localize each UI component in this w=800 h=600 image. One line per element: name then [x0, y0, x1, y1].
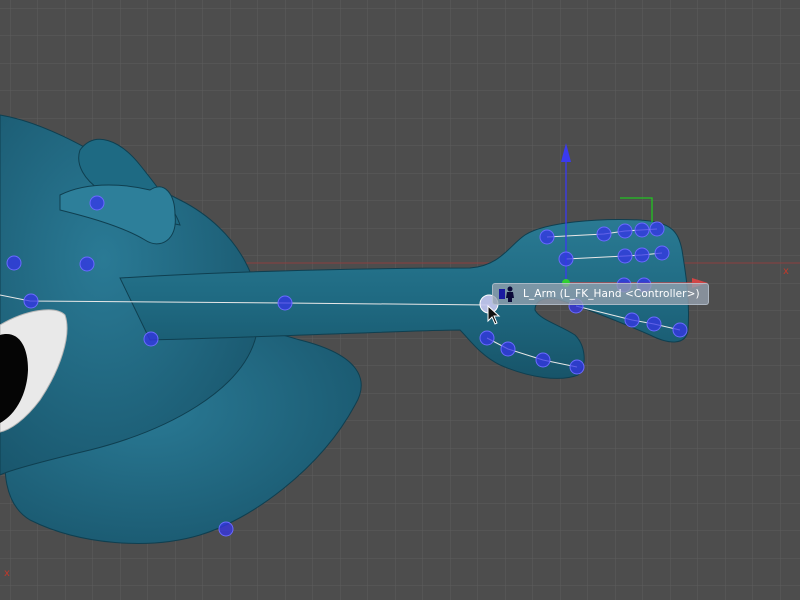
- joint-handle[interactable]: [79, 256, 95, 272]
- joint-handle[interactable]: [672, 322, 688, 338]
- joint-handle[interactable]: [6, 255, 22, 271]
- joint-handle[interactable]: [646, 316, 662, 332]
- joint-handle[interactable]: [558, 251, 574, 267]
- joint-handle[interactable]: [218, 521, 234, 537]
- x-axis-label: x: [783, 266, 789, 277]
- joint-handle[interactable]: [539, 229, 555, 245]
- joint-handle[interactable]: [654, 245, 670, 261]
- joint-handle[interactable]: [617, 223, 633, 239]
- joint-handle[interactable]: [617, 248, 633, 264]
- joint-handle[interactable]: [634, 247, 650, 263]
- joint-handle[interactable]: [277, 295, 293, 311]
- joint-handle[interactable]: [649, 221, 665, 237]
- joint-handle[interactable]: [89, 195, 105, 211]
- corner-axis-label: x: [4, 568, 10, 579]
- hover-tooltip: L_Arm (L_FK_Hand <Controller>): [492, 283, 709, 305]
- joint-handle[interactable]: [500, 341, 516, 357]
- joint-handle[interactable]: [596, 226, 612, 242]
- joint-handle[interactable]: [569, 359, 585, 375]
- joint-handle[interactable]: [535, 352, 551, 368]
- joint-handle[interactable]: [23, 293, 39, 309]
- joint-handle[interactable]: [143, 331, 159, 347]
- joint-handle[interactable]: [624, 312, 640, 328]
- joint-handle[interactable]: [479, 330, 495, 346]
- arrow-cursor-icon: [487, 305, 501, 325]
- tooltip-text: L_Arm (L_FK_Hand <Controller>): [523, 288, 700, 300]
- controller-figure-icon: [499, 286, 514, 302]
- 3d-viewport[interactable]: L_Arm (L_FK_Hand <Controller>) x x: [0, 0, 800, 600]
- joint-handle[interactable]: [634, 222, 650, 238]
